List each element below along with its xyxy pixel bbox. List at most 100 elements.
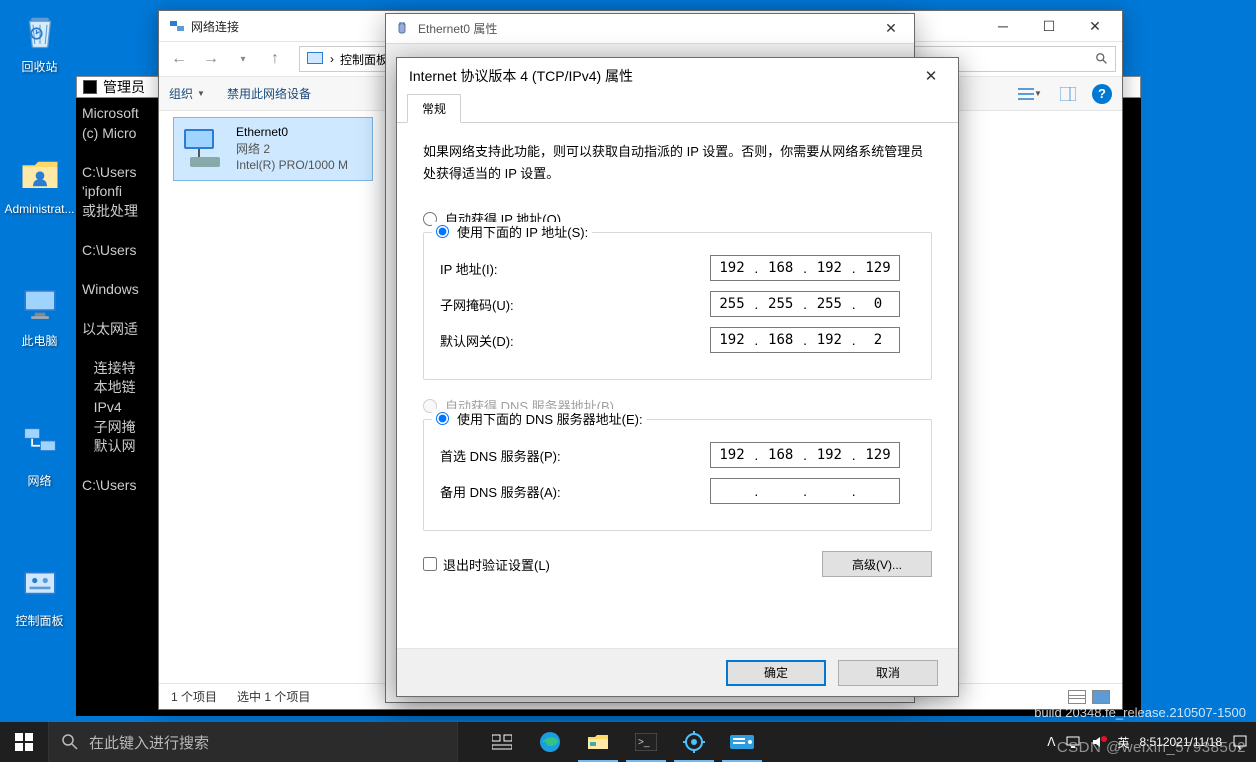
view-options-button[interactable]: ▼: [1016, 83, 1044, 105]
task-view-button[interactable]: [478, 722, 526, 762]
adapter-device: Intel(R) PRO/1000 M: [236, 157, 348, 174]
ipv4-properties-dialog[interactable]: Internet 协议版本 4 (TCP/IPv4) 属性 ✕ 常规 如果网络支…: [396, 57, 959, 697]
search-placeholder: 在此键入进行搜索: [89, 732, 209, 753]
manual-ip-group: 使用下面的 IP 地址(S): IP 地址(I): . . . 子网掩码(U):…: [423, 232, 932, 380]
view-details-button[interactable]: [1068, 690, 1086, 704]
server-manager-button[interactable]: [718, 722, 766, 762]
nic-icon: [180, 127, 228, 171]
gw-oct4[interactable]: [857, 332, 899, 348]
nav-up-button[interactable]: ↑: [261, 45, 289, 73]
search-icon: [61, 733, 79, 751]
csdn-watermark: CSDN @weixin_57938502: [1057, 739, 1246, 756]
control-panel[interactable]: 控制面板: [2, 560, 77, 629]
ip-oct3[interactable]: [808, 260, 850, 276]
subnet-mask-input[interactable]: . . .: [710, 291, 900, 317]
control-panel-breadcrumb-icon: [306, 50, 324, 68]
network[interactable]: 网络: [2, 420, 77, 489]
taskbar-search[interactable]: 在此键入进行搜索: [48, 722, 458, 762]
file-explorer-button[interactable]: [574, 722, 622, 762]
adapter-item-ethernet0[interactable]: Ethernet0 网络 2 Intel(R) PRO/1000 M: [173, 117, 373, 181]
administrator-label: Administrat...: [2, 202, 77, 216]
minimize-button[interactable]: ─: [980, 11, 1026, 41]
dns2-oct1[interactable]: [711, 483, 753, 499]
ip-oct4[interactable]: [857, 260, 899, 276]
build-watermark: build 20348.fe_release.210507-1500: [1034, 705, 1246, 720]
manual-dns-group: 使用下面的 DNS 服务器地址(E): 首选 DNS 服务器(P): . . .…: [423, 419, 932, 531]
taskbar-pinned: >_: [478, 722, 766, 762]
start-button[interactable]: [0, 722, 48, 762]
tray-chevron[interactable]: ᐱ: [1047, 735, 1055, 749]
props-close-button[interactable]: ✕: [876, 19, 906, 39]
nav-history-button[interactable]: ▾: [229, 45, 257, 73]
administrator-folder[interactable]: Administrat...: [2, 150, 77, 216]
dns2-oct2[interactable]: [760, 483, 802, 499]
dns1-oct1[interactable]: [711, 447, 753, 463]
radio-manual-ip-input[interactable]: [436, 225, 449, 238]
terminal-title-text: 管理员: [103, 77, 145, 97]
ip-address-input[interactable]: . . .: [710, 255, 900, 281]
ipv4-cancel-button[interactable]: 取消: [838, 660, 938, 686]
recycle-bin[interactable]: 回收站: [2, 6, 77, 75]
radio-manual-dns-input[interactable]: [436, 412, 449, 425]
dns2-label: 备用 DNS 服务器(A):: [440, 482, 710, 501]
dns1-label: 首选 DNS 服务器(P):: [440, 446, 710, 465]
dns1-input[interactable]: . . .: [710, 442, 900, 468]
tab-general[interactable]: 常规: [407, 94, 461, 123]
cmd-taskbar-button[interactable]: >_: [622, 722, 670, 762]
ip-oct2[interactable]: [760, 260, 802, 276]
gw-oct2[interactable]: [760, 332, 802, 348]
ipv4-ok-button[interactable]: 确定: [726, 660, 826, 686]
this-pc-icon: [16, 280, 64, 328]
props-titlebar[interactable]: Ethernet0 属性 ✕: [386, 14, 914, 44]
ipv4-titlebar[interactable]: Internet 协议版本 4 (TCP/IPv4) 属性 ✕: [397, 58, 958, 94]
ipv4-description: 如果网络支持此功能，则可以获取自动指派的 IP 设置。否则，你需要从网络系统管理…: [423, 141, 932, 185]
breadcrumb-text[interactable]: 控制面板: [340, 51, 388, 68]
search-icon: [1095, 52, 1109, 66]
validate-checkbox[interactable]: [423, 557, 437, 571]
network-label: 网络: [2, 472, 77, 489]
view-large-icons-button[interactable]: [1092, 690, 1110, 704]
this-pc[interactable]: 此电脑: [2, 280, 77, 349]
mask-oct4[interactable]: [857, 296, 899, 312]
gw-oct3[interactable]: [808, 332, 850, 348]
plug-icon: [394, 21, 410, 37]
dns2-input[interactable]: . . .: [710, 478, 900, 504]
edge-button[interactable]: [526, 722, 574, 762]
close-button[interactable]: ✕: [1072, 11, 1118, 41]
maximize-button[interactable]: ☐: [1026, 11, 1072, 41]
disable-adapter-button[interactable]: 禁用此网络设备: [227, 85, 311, 102]
mask-oct3[interactable]: [808, 296, 850, 312]
gateway-input[interactable]: . . .: [710, 327, 900, 353]
nav-forward-button[interactable]: →: [197, 45, 225, 73]
help-button[interactable]: ?: [1092, 84, 1112, 104]
recycle-bin-icon: [16, 6, 64, 54]
organize-button[interactable]: 组织: [169, 85, 205, 102]
nav-back-button[interactable]: ←: [165, 45, 193, 73]
ipv4-close-button[interactable]: ✕: [916, 63, 946, 89]
cmd-icon: [83, 80, 97, 94]
mask-oct1[interactable]: [711, 296, 753, 312]
mask-oct2[interactable]: [760, 296, 802, 312]
recycle-bin-label: 回收站: [2, 58, 77, 75]
validate-label: 退出时验证设置(L): [443, 555, 550, 574]
control-panel-icon: [16, 560, 64, 608]
dns1-oct2[interactable]: [760, 447, 802, 463]
adapter-name: Ethernet0: [236, 124, 348, 141]
ipv4-tab-content: 如果网络支持此功能，则可以获取自动指派的 IP 设置。否则，你需要从网络系统管理…: [397, 122, 958, 652]
dns2-oct4[interactable]: [857, 483, 899, 499]
adapter-status: 网络 2: [236, 141, 348, 158]
ip-oct1[interactable]: [711, 260, 753, 276]
preview-pane-button[interactable]: [1054, 83, 1082, 105]
dns1-oct4[interactable]: [857, 447, 899, 463]
dns2-oct3[interactable]: [808, 483, 850, 499]
gateway-label: 默认网关(D):: [440, 331, 710, 350]
settings-taskbar-button[interactable]: [670, 722, 718, 762]
status-selected: 选中 1 个项目: [237, 688, 310, 705]
status-items: 1 个项目: [171, 688, 217, 705]
network-connections-icon: [169, 18, 185, 34]
gw-oct1[interactable]: [711, 332, 753, 348]
advanced-button[interactable]: 高级(V)...: [822, 551, 932, 577]
dns1-oct3[interactable]: [808, 447, 850, 463]
radio-manual-ip-label: 使用下面的 IP 地址(S):: [457, 222, 588, 241]
validate-on-exit[interactable]: 退出时验证设置(L): [423, 555, 550, 574]
